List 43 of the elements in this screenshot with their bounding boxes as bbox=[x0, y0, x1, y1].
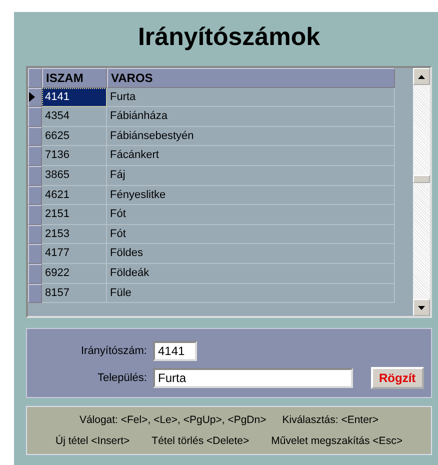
table-cell: Furta bbox=[107, 88, 395, 108]
table-cell: 4354 bbox=[42, 107, 107, 127]
table-cell: Fábiánháza bbox=[107, 107, 395, 127]
input-field[interactable]: 4141 bbox=[153, 341, 197, 361]
table-cell: Fót bbox=[107, 205, 395, 225]
scroll-down-button[interactable] bbox=[413, 299, 430, 316]
table-cell: 3865 bbox=[42, 166, 107, 186]
table-cell: Földeák bbox=[107, 264, 395, 284]
table-cell: Fáj bbox=[107, 166, 395, 186]
window-title: Irányítószámok bbox=[136, 22, 321, 53]
input-field[interactable]: Furta bbox=[153, 368, 353, 388]
scrollbar[interactable] bbox=[413, 68, 430, 316]
hotkey-hint: Tétel törlés <Delete> bbox=[152, 435, 250, 448]
table-cell: Fót bbox=[107, 224, 395, 244]
field-label: Település: bbox=[96, 372, 147, 384]
table-cell: Földes bbox=[107, 244, 395, 264]
column-header[interactable]: VAROS bbox=[107, 68, 395, 88]
down-arrow-icon bbox=[418, 306, 425, 310]
table-cell: 4621 bbox=[42, 186, 107, 206]
row-pointer-icon bbox=[29, 92, 35, 102]
table-cell: 6625 bbox=[42, 126, 107, 146]
scroll-up-button[interactable] bbox=[413, 68, 430, 85]
table-cell: 2153 bbox=[42, 224, 107, 244]
column-header[interactable]: ISZAM bbox=[42, 68, 107, 88]
scroll-thumb[interactable] bbox=[413, 175, 430, 183]
table-cell: 2151 bbox=[42, 205, 107, 225]
table-cell: 8157 bbox=[42, 284, 107, 304]
table-cell: 7136 bbox=[42, 146, 107, 166]
table-cell: 4141 bbox=[42, 88, 107, 108]
hotkey-hint: Kiválasztás: <Enter> bbox=[282, 414, 379, 426]
row-selector[interactable] bbox=[28, 88, 42, 108]
table-cell: Fényeslitke bbox=[107, 186, 395, 206]
field-label: Irányítószám: bbox=[80, 345, 147, 357]
table-cell: 6922 bbox=[42, 264, 107, 284]
table-cell: Füle bbox=[107, 284, 395, 304]
hotkey-hint: Új tétel <Insert> bbox=[56, 435, 130, 448]
table-cell: Fábiánsebestyén bbox=[107, 126, 395, 146]
table-cell: 4177 bbox=[42, 244, 107, 264]
table-cell: Fácánkert bbox=[107, 146, 395, 166]
up-arrow-icon bbox=[418, 74, 425, 78]
hotkey-hint: Művelet megszakítás <Esc> bbox=[271, 435, 402, 448]
hotkey-hint: Válogat: <Fel>, <Le>, <PgUp>, <PgDn> bbox=[79, 414, 266, 426]
grid-corner bbox=[28, 68, 42, 88]
